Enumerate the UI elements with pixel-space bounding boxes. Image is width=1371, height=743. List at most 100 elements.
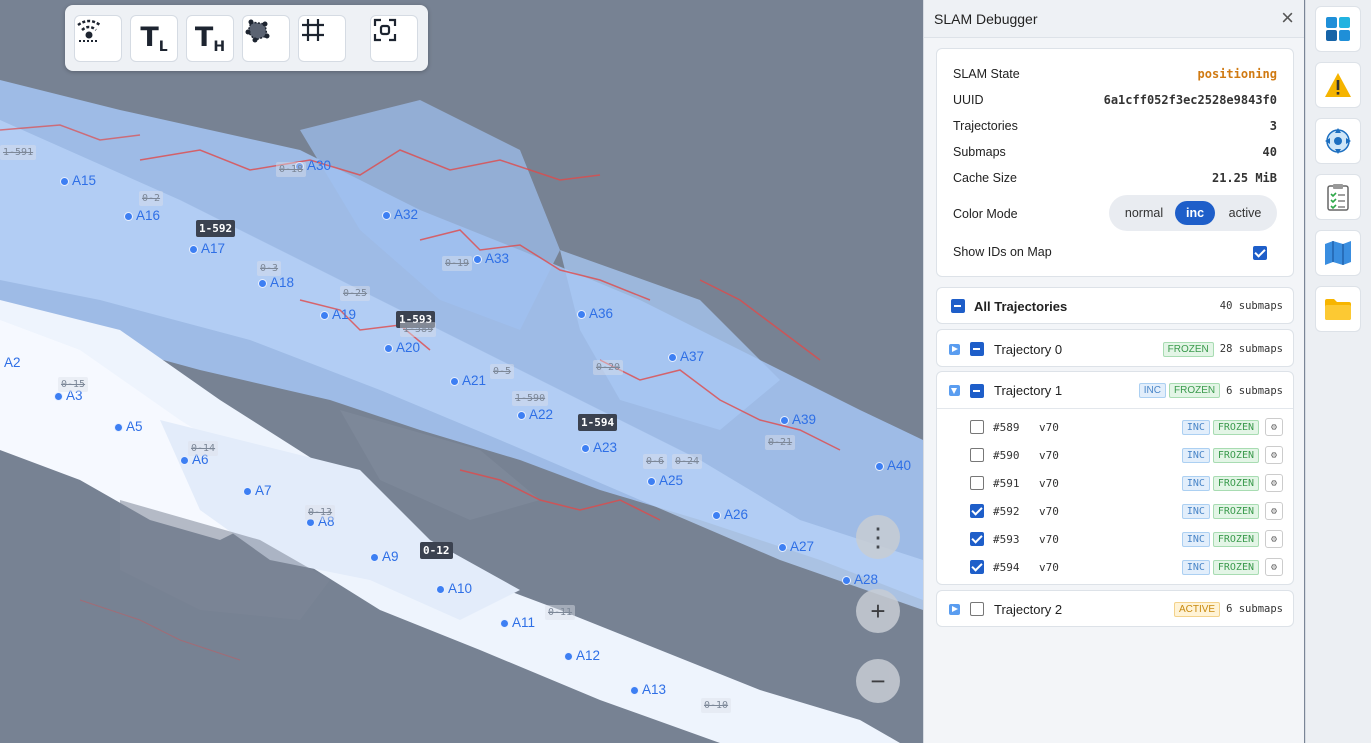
submap-tag[interactable]: 1-592 — [196, 220, 236, 237]
collapse-icon[interactable] — [949, 385, 960, 396]
submap-tag[interactable]: 0-15 — [58, 377, 89, 392]
submap-tag[interactable]: 0-5 — [490, 364, 515, 379]
anchor-marker[interactable]: A15 — [60, 173, 96, 188]
anchor-marker[interactable]: A2 — [4, 355, 21, 370]
expand-icon[interactable] — [949, 343, 960, 355]
anchor-dot — [517, 411, 526, 420]
more-vertical-icon: ⋮ — [865, 521, 891, 552]
submap-tag[interactable]: 0-2 — [139, 191, 164, 206]
anchor-marker[interactable]: A21 — [450, 373, 486, 388]
zoom-out-button[interactable]: − — [856, 659, 900, 703]
checklist-button[interactable] — [1315, 174, 1361, 220]
anchor-marker[interactable]: A12 — [564, 648, 600, 663]
submap-checkbox[interactable] — [970, 476, 984, 490]
submap-checkbox[interactable] — [970, 448, 984, 462]
anchor-marker[interactable]: A11 — [500, 615, 535, 630]
gear-icon[interactable]: ⚙ — [1265, 418, 1283, 436]
show-ids-checkbox[interactable] — [1253, 246, 1267, 260]
anchor-marker[interactable]: A7 — [243, 483, 272, 498]
inc-badge: INC — [1181, 559, 1210, 575]
submap-tag[interactable]: 1-591 — [0, 145, 37, 160]
anchor-marker[interactable]: A40 — [875, 458, 911, 473]
zoom-in-button[interactable]: + — [856, 589, 900, 633]
submap-tag[interactable]: 0-6 — [643, 454, 668, 469]
anchor-marker[interactable]: A36 — [577, 306, 613, 321]
submap-tag[interactable]: 0-13 — [305, 505, 336, 520]
anchor-marker[interactable]: A28 — [842, 572, 878, 587]
anchor-marker[interactable]: A37 — [668, 349, 704, 364]
anchor-dot — [180, 456, 189, 465]
anchor-marker[interactable]: A9 — [370, 549, 399, 564]
submap-tag[interactable]: 0-25 — [340, 286, 371, 301]
anchor-marker[interactable]: A19 — [320, 307, 356, 322]
submap-tag[interactable]: 0-18 — [276, 162, 307, 177]
submap-tag[interactable]: 0-11 — [545, 605, 576, 620]
anchor-label: A11 — [512, 615, 536, 630]
expand-icon[interactable] — [949, 603, 960, 615]
submap-tag[interactable]: 1-590 — [512, 391, 549, 406]
submap-tag[interactable]: 0-21 — [765, 435, 796, 450]
gear-icon[interactable]: ⚙ — [1265, 502, 1283, 520]
submap-tag[interactable]: 0-14 — [188, 441, 219, 456]
anchor-marker[interactable]: A23 — [581, 440, 617, 455]
submap-checkbox[interactable] — [970, 532, 984, 546]
submap-tag[interactable]: 0-12 — [420, 542, 453, 559]
submap-tag[interactable]: 0-20 — [593, 360, 624, 375]
submap-checkbox[interactable] — [970, 504, 984, 518]
polygon-tool-button[interactable] — [242, 15, 290, 62]
trajectory-2-card: Trajectory 2 ACTIVE 6 submaps — [936, 590, 1294, 627]
trajectory-1-checkbox[interactable] — [970, 383, 984, 398]
uuid-row: UUID 6a1cff052f3ec2528e9843f0 — [953, 93, 1277, 113]
map-menu-button[interactable]: ⋮ — [856, 515, 900, 559]
gear-icon[interactable]: ⚙ — [1265, 558, 1283, 576]
anchor-marker[interactable]: A5 — [114, 419, 143, 434]
anchor-marker[interactable]: A22 — [517, 407, 553, 422]
anchor-marker[interactable]: A10 — [436, 581, 472, 596]
anchor-marker[interactable]: A27 — [778, 539, 814, 554]
anchor-marker[interactable]: A33 — [473, 251, 509, 266]
anchor-marker[interactable]: A17 — [189, 241, 225, 256]
tool-tl-button[interactable]: TL — [130, 15, 178, 62]
anchor-marker[interactable]: A13 — [630, 682, 666, 697]
trajectories-value: 3 — [1269, 119, 1277, 133]
all-trajectories-label: All Trajectories — [974, 298, 1068, 314]
trajectory-0-checkbox[interactable] — [970, 342, 984, 356]
gear-icon[interactable]: ⚙ — [1265, 474, 1283, 492]
tool-th-button[interactable]: TH — [186, 15, 234, 62]
color-mode-active[interactable]: active — [1219, 201, 1271, 225]
submap-tag[interactable]: 0-19 — [442, 256, 473, 271]
close-icon[interactable]: × — [1281, 7, 1294, 29]
gear-icon[interactable]: ⚙ — [1265, 530, 1283, 548]
color-mode-normal[interactable]: normal — [1117, 201, 1171, 225]
map-button[interactable] — [1315, 230, 1361, 276]
fit-view-button[interactable] — [370, 15, 418, 62]
anchor-marker[interactable]: A32 — [382, 207, 418, 222]
color-mode-inc[interactable]: inc — [1175, 201, 1215, 225]
anchor-marker[interactable]: A16 — [124, 208, 160, 223]
dashboard-button[interactable] — [1315, 6, 1361, 52]
anchor-marker[interactable]: A26 — [712, 507, 748, 522]
submap-tag[interactable]: 1-594 — [578, 414, 618, 431]
tool-tl-label: TL — [140, 22, 168, 55]
slam-map-canvas[interactable]: A2 A3 A5 A6 A7 A8 A9 A10 A11 A12 A13 A15 A16 A17 A18 A1… — [0, 0, 923, 743]
warnings-button[interactable] — [1315, 62, 1361, 108]
submap-tag[interactable]: 0-10 — [701, 698, 732, 713]
gear-icon[interactable]: ⚙ — [1265, 446, 1283, 464]
all-trajectories-checkbox[interactable] — [951, 299, 965, 313]
submap-checkbox[interactable] — [970, 420, 984, 434]
files-button[interactable] — [1315, 286, 1361, 332]
submap-checkbox[interactable] — [970, 560, 984, 574]
anchor-marker[interactable]: A25 — [647, 473, 683, 488]
submap-tag[interactable]: 0-3 — [257, 261, 282, 276]
navigation-button[interactable] — [1315, 118, 1361, 164]
anchor-marker[interactable]: A18 — [258, 275, 294, 290]
trajectory-2-checkbox[interactable] — [970, 602, 984, 616]
anchor-label: A26 — [724, 507, 749, 522]
grid-tool-button[interactable] — [298, 15, 346, 62]
anchor-label: A7 — [255, 483, 272, 498]
lidar-scan-tool-button[interactable] — [74, 15, 122, 62]
submap-tag[interactable]: 0-24 — [672, 454, 703, 469]
anchor-marker[interactable]: A20 — [384, 340, 420, 355]
submap-tag[interactable]: 1-589 — [400, 322, 437, 337]
anchor-marker[interactable]: A39 — [780, 412, 816, 427]
